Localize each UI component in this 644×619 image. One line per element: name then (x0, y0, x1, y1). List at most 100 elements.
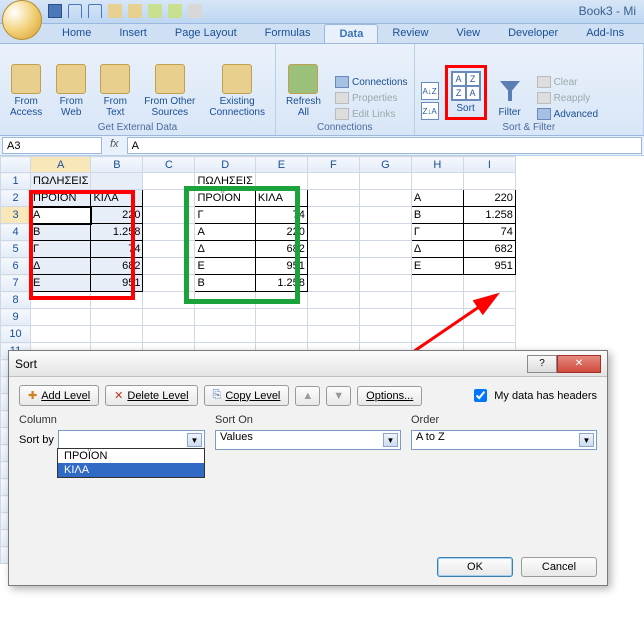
cell-G2[interactable] (359, 190, 411, 207)
cell-F10[interactable] (307, 326, 359, 343)
order-select[interactable]: A to Z ▼ (411, 430, 597, 450)
cell-D10[interactable] (195, 326, 255, 343)
cell-C2[interactable] (143, 190, 195, 207)
tab-insert[interactable]: Insert (105, 24, 161, 43)
cell-E5[interactable]: 682 (255, 241, 307, 258)
cell-H2[interactable]: Α (411, 190, 463, 207)
qat-icon[interactable] (108, 4, 122, 18)
cell-A6[interactable]: Δ (31, 258, 91, 275)
cell-D9[interactable] (195, 309, 255, 326)
tab-view[interactable]: View (442, 24, 494, 43)
cell-F6[interactable] (307, 258, 359, 275)
col-header-A[interactable]: A (31, 157, 91, 173)
cell-G9[interactable] (359, 309, 411, 326)
cell-A8[interactable] (31, 292, 91, 309)
cell-A7[interactable]: Ε (31, 275, 91, 292)
sortby-select[interactable]: ▼ (58, 430, 205, 450)
cell-H10[interactable] (411, 326, 463, 343)
cell-G7[interactable] (359, 275, 411, 292)
cell-H5[interactable]: Δ (411, 241, 463, 258)
cell-F9[interactable] (307, 309, 359, 326)
copy-level-button[interactable]: ⎘Copy Level (204, 385, 290, 406)
cell-E10[interactable] (255, 326, 307, 343)
cell-A1[interactable]: ΠΩΛΗΣΕΙΣ (31, 173, 91, 190)
col-header-D[interactable]: D (195, 157, 255, 173)
cell-C7[interactable] (143, 275, 195, 292)
cell-I3[interactable]: 1.258 (463, 207, 515, 224)
cell-I6[interactable]: 951 (463, 258, 515, 275)
cell-F1[interactable] (307, 173, 359, 190)
cell-D4[interactable]: Α (195, 224, 255, 241)
cell-D2[interactable]: ΠΡΟΪΟΝ (195, 190, 255, 207)
delete-level-button[interactable]: ✕Delete Level (105, 385, 197, 406)
cell-C4[interactable] (143, 224, 195, 241)
row-header-4[interactable]: 4 (1, 224, 31, 241)
cell-G5[interactable] (359, 241, 411, 258)
cell-F5[interactable] (307, 241, 359, 258)
headers-checkbox[interactable]: My data has headers (470, 386, 597, 405)
cell-H3[interactable]: Β (411, 207, 463, 224)
help-button[interactable]: ? (527, 355, 557, 373)
cell-D5[interactable]: Δ (195, 241, 255, 258)
cell-F2[interactable] (307, 190, 359, 207)
cell-G4[interactable] (359, 224, 411, 241)
save-icon[interactable] (48, 4, 62, 18)
dialog-titlebar[interactable]: Sort ? ✕ (9, 351, 607, 377)
connections-button[interactable]: Connections (335, 76, 408, 88)
cell-E6[interactable]: 951 (255, 258, 307, 275)
cell-C8[interactable] (143, 292, 195, 309)
cell-H4[interactable]: Γ (411, 224, 463, 241)
existing-conn-button[interactable]: Existing Connections (205, 62, 269, 120)
col-header-E[interactable]: E (255, 157, 307, 173)
refresh-all-button[interactable]: Refresh All (282, 62, 325, 120)
move-down-button[interactable]: ▼ (326, 386, 351, 406)
cancel-button[interactable]: Cancel (521, 557, 597, 577)
cell-E9[interactable] (255, 309, 307, 326)
cell-F8[interactable] (307, 292, 359, 309)
cell-B9[interactable] (91, 309, 143, 326)
dropdown-item[interactable]: ΠΡΟΪΟΝ (58, 449, 204, 463)
cell-E8[interactable] (255, 292, 307, 309)
cell-C9[interactable] (143, 309, 195, 326)
cell-D7[interactable]: Β (195, 275, 255, 292)
cell-B2[interactable]: ΚΙΛΑ (91, 190, 143, 207)
qat-icon[interactable] (128, 4, 142, 18)
cell-I4[interactable]: 74 (463, 224, 515, 241)
col-header-I[interactable]: I (463, 157, 515, 173)
cell-I10[interactable] (463, 326, 515, 343)
office-button[interactable] (2, 0, 42, 40)
qat-icon[interactable] (148, 4, 162, 18)
filter-button[interactable]: Filter (493, 77, 527, 120)
row-header-7[interactable]: 7 (1, 275, 31, 292)
col-header-F[interactable]: F (307, 157, 359, 173)
from-web-button[interactable]: From Web (52, 62, 90, 120)
cell-B4[interactable]: 1.258 (91, 224, 143, 241)
cell-D6[interactable]: Ε (195, 258, 255, 275)
cell-A5[interactable]: Γ (31, 241, 91, 258)
col-header-B[interactable]: B (91, 157, 143, 173)
cell-A10[interactable] (31, 326, 91, 343)
cell-B5[interactable]: 74 (91, 241, 143, 258)
name-box[interactable]: A3 (2, 137, 102, 154)
cell-E4[interactable]: 220 (255, 224, 307, 241)
row-header-10[interactable]: 10 (1, 326, 31, 343)
cell-B7[interactable]: 951 (91, 275, 143, 292)
tab-pagelayout[interactable]: Page Layout (161, 24, 251, 43)
cell-G1[interactable] (359, 173, 411, 190)
cell-C6[interactable] (143, 258, 195, 275)
cell-H8[interactable] (411, 292, 463, 309)
ok-button[interactable]: OK (437, 557, 513, 577)
row-header-3[interactable]: 3 (1, 207, 31, 224)
cell-B8[interactable] (91, 292, 143, 309)
cell-G6[interactable] (359, 258, 411, 275)
options-button[interactable]: Options... (357, 386, 422, 406)
cell-D3[interactable]: Γ (195, 207, 255, 224)
cell-H7[interactable] (411, 275, 463, 292)
cell-B1[interactable] (91, 173, 143, 190)
tab-developer[interactable]: Developer (494, 24, 572, 43)
add-level-button[interactable]: ✚Add Level (19, 385, 99, 406)
col-header-G[interactable]: G (359, 157, 411, 173)
advanced-button[interactable]: Advanced (537, 108, 598, 120)
redo-icon[interactable] (88, 4, 102, 18)
col-header-C[interactable]: C (143, 157, 195, 173)
